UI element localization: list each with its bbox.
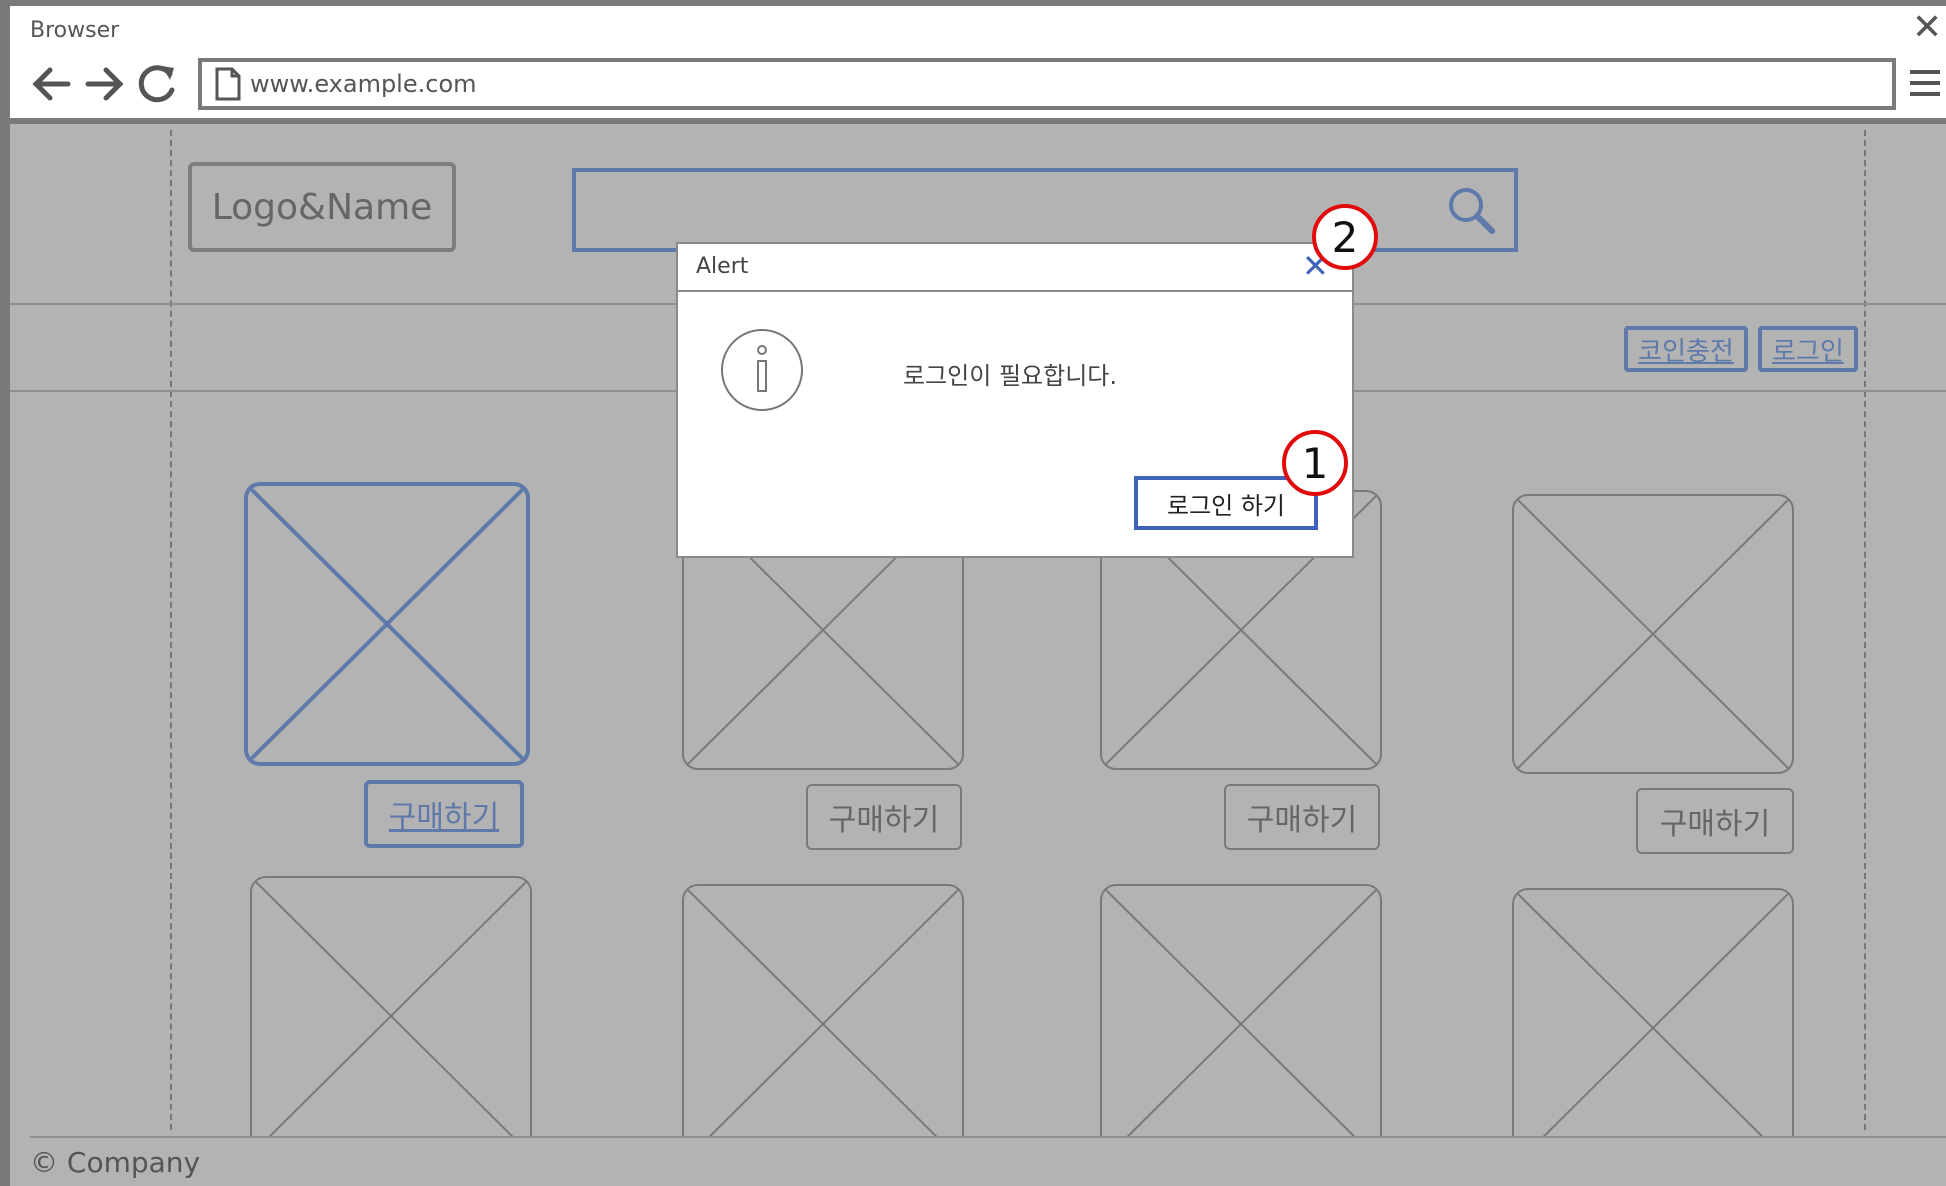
logo[interactable]: Logo&Name bbox=[188, 162, 456, 252]
buy-button[interactable]: 구매하기 bbox=[1636, 788, 1794, 854]
login-button[interactable]: 로그인 bbox=[1758, 326, 1858, 372]
hamburger-menu-icon[interactable] bbox=[1908, 66, 1942, 100]
callout-marker-2: 2 bbox=[1312, 204, 1378, 270]
document-icon bbox=[215, 67, 241, 101]
forward-arrow-icon[interactable] bbox=[82, 62, 128, 106]
product-image-placeholder[interactable] bbox=[250, 876, 532, 1156]
layout-guide-left bbox=[170, 130, 172, 1130]
modal-header-divider bbox=[676, 290, 1354, 292]
search-icon[interactable] bbox=[1446, 185, 1498, 237]
footer bbox=[10, 1136, 1946, 1186]
product-image-placeholder[interactable] bbox=[244, 482, 530, 766]
url-text[interactable]: www.example.com bbox=[250, 70, 477, 98]
browser-close-icon[interactable]: ✕ bbox=[1912, 8, 1942, 48]
product-image-placeholder[interactable] bbox=[1100, 884, 1382, 1164]
modal-message: 로그인이 필요합니다. bbox=[903, 362, 1117, 390]
buy-button[interactable]: 구매하기 bbox=[806, 784, 962, 850]
buy-button[interactable]: 구매하기 bbox=[1224, 784, 1380, 850]
callout-marker-1: 1 bbox=[1282, 430, 1348, 496]
layout-guide-right bbox=[1864, 130, 1866, 1130]
product-image-placeholder[interactable] bbox=[1512, 888, 1794, 1168]
modal-title: Alert bbox=[696, 254, 749, 279]
browser-left-frame bbox=[0, 118, 10, 1186]
reload-icon[interactable] bbox=[134, 60, 180, 106]
product-image-placeholder[interactable] bbox=[682, 884, 964, 1164]
footer-copyright: © Company bbox=[30, 1146, 201, 1179]
coin-charge-button[interactable]: 코인충전 bbox=[1624, 326, 1748, 372]
footer-divider bbox=[30, 1136, 1946, 1138]
product-image-placeholder[interactable] bbox=[1512, 494, 1794, 774]
buy-button[interactable]: 구매하기 bbox=[364, 780, 524, 848]
browser-title: Browser bbox=[30, 18, 120, 43]
back-arrow-icon[interactable] bbox=[28, 62, 74, 106]
